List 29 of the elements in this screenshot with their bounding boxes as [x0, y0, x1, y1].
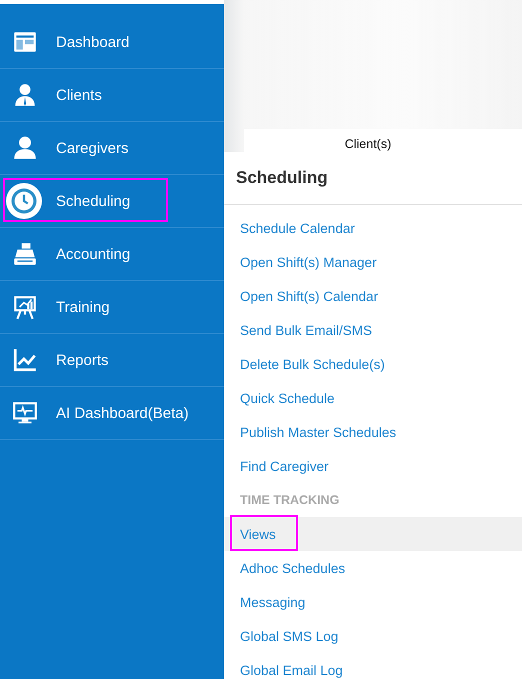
sidebar-item[interactable]: Clients	[0, 69, 224, 122]
person-icon	[12, 135, 38, 161]
clock-icon	[6, 183, 42, 219]
menu-link[interactable]: Global SMS Log	[240, 628, 338, 644]
menu-title: Scheduling	[224, 152, 522, 205]
menu-link[interactable]: Messaging	[240, 594, 306, 610]
sidebar-item[interactable]: Training	[0, 281, 224, 334]
sidebar-item[interactable]: Caregivers	[0, 122, 224, 175]
cash-register-icon	[12, 241, 38, 267]
column-heading: Client(s)	[344, 137, 392, 152]
menu-link[interactable]: Schedule Calendar	[240, 220, 355, 236]
menu-link[interactable]: Find Caregiver	[240, 458, 329, 474]
menu-link[interactable]: Quick Schedule	[240, 390, 335, 406]
highlight-frame	[230, 515, 298, 551]
sidebar-item[interactable]: Dashboard	[0, 16, 224, 69]
monitor-icon	[12, 400, 38, 426]
menu-link[interactable]: Send Bulk Email/SMS	[240, 322, 372, 338]
menu-link[interactable]: Views	[240, 526, 276, 542]
menu-link[interactable]: Global Email Log	[240, 662, 343, 678]
menu-link[interactable]: Delete Bulk Schedule(s)	[240, 356, 385, 372]
menu-link[interactable]: Open Shift(s) Calendar	[240, 288, 378, 304]
menu-link[interactable]: Adhoc Schedules	[240, 560, 346, 576]
section-heading: TIME TRACKING	[239, 492, 340, 509]
menu-link[interactable]: Publish Master Schedules	[240, 424, 396, 440]
sidebar-item[interactable]: Scheduling	[0, 175, 224, 228]
line-chart-icon	[12, 347, 38, 373]
menu-link[interactable]: Open Shift(s) Manager	[240, 254, 377, 270]
easel-chart-icon	[12, 294, 38, 320]
sidebar-item[interactable]: Accounting	[0, 228, 224, 281]
